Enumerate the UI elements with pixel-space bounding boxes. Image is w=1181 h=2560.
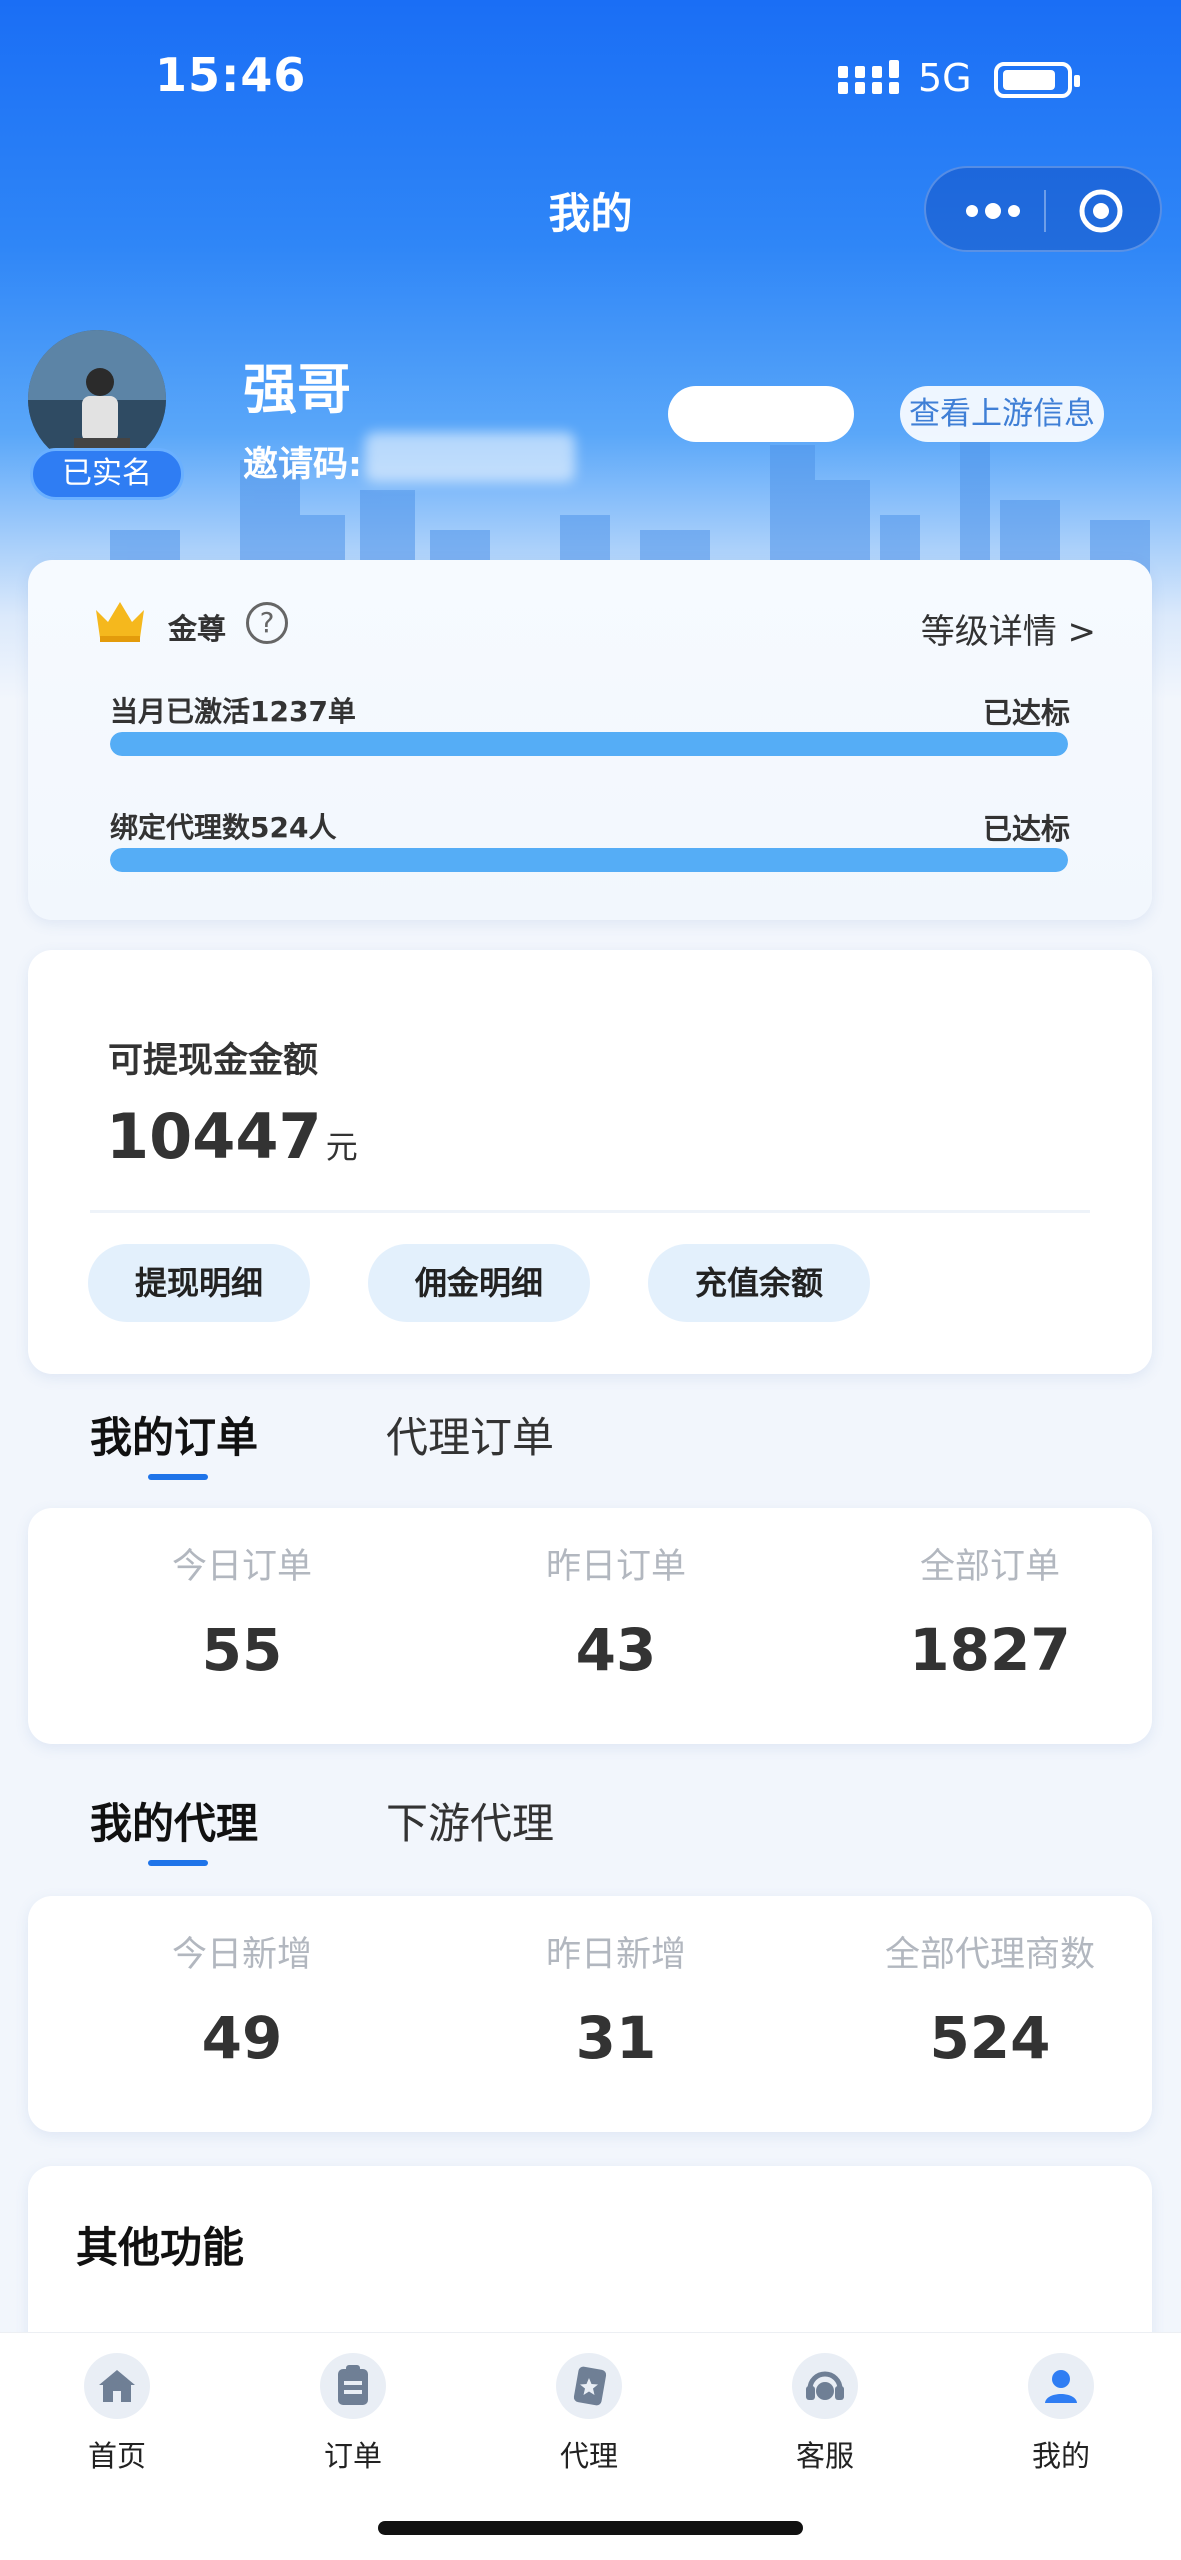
- tab-downstream-agents[interactable]: 下游代理: [386, 1790, 554, 1851]
- active-tab-indicator: [148, 1860, 208, 1866]
- stat-label: 今日订单: [171, 1547, 312, 1587]
- stat-label: 全部代理商数: [884, 1935, 1095, 1975]
- headset-icon: [792, 2353, 858, 2419]
- close-miniprogram-icon[interactable]: [1078, 188, 1124, 234]
- requirement-label: 当月已激活1237单: [110, 695, 356, 728]
- other-functions-title: 其他功能: [76, 2223, 245, 2272]
- stat-value: 49: [201, 2004, 283, 2072]
- network-type: 5G: [918, 56, 972, 100]
- status-bar: 15:46 5G: [0, 0, 1181, 160]
- divider: [90, 1210, 1090, 1213]
- stat-value: 1827: [909, 1616, 1071, 1684]
- amount-unit: 元: [325, 1128, 358, 1166]
- invite-code-redacted: [365, 432, 575, 482]
- status-time: 15:46: [155, 48, 307, 102]
- requirement-progress-bar: [110, 848, 1068, 872]
- battery-icon: [994, 62, 1080, 98]
- stat-label: 今日新增: [171, 1935, 312, 1975]
- stat-value: 31: [575, 2004, 657, 2072]
- requirement-status: 已达标: [982, 812, 1070, 846]
- stat-yesterday-orders[interactable]: 昨日订单 43: [429, 1508, 803, 1744]
- stat-label: 昨日新增: [545, 1935, 686, 1975]
- level-card: 金尊 ? 等级详情 > 当月已激活1237单 已达标 绑定代理数524人 已达标: [28, 560, 1152, 920]
- stat-yesterday-new-agents[interactable]: 昨日新增 31: [429, 1896, 803, 2132]
- tab-my-orders[interactable]: 我的订单: [90, 1404, 258, 1465]
- more-icon[interactable]: [962, 194, 1024, 228]
- tabbar-item-orders[interactable]: 订单: [278, 2353, 428, 2475]
- stat-label: 昨日订单: [545, 1547, 686, 1587]
- miniprogram-capsule: [924, 166, 1162, 252]
- level-name: 金尊: [168, 612, 227, 646]
- withdrawable-amount: 10447 元: [106, 1100, 358, 1173]
- tabbar-label: 首页: [87, 2439, 146, 2473]
- stat-label: 全部订单: [919, 1547, 1060, 1587]
- stat-all-agents[interactable]: 全部代理商数 524: [803, 1896, 1177, 2132]
- stat-all-orders[interactable]: 全部订单 1827: [803, 1508, 1177, 1744]
- crown-icon: [96, 602, 144, 642]
- tabbar-label: 代理: [559, 2439, 618, 2473]
- requirement-status: 已达标: [982, 696, 1070, 730]
- star-card-icon: [556, 2353, 622, 2419]
- capsule-divider: [1044, 190, 1046, 232]
- tabbar-label: 订单: [323, 2439, 382, 2473]
- tabbar-label: 客服: [795, 2439, 854, 2473]
- requirement-progress-fill: [110, 732, 1068, 756]
- help-icon[interactable]: ?: [246, 602, 288, 644]
- tab-my-agents[interactable]: 我的代理: [90, 1790, 258, 1851]
- amount-value: 10447: [106, 1100, 322, 1173]
- stat-value: 55: [201, 1616, 283, 1684]
- stat-value: 43: [575, 1616, 657, 1684]
- view-upstream-button[interactable]: 查看上游信息: [900, 386, 1104, 442]
- username: 强哥: [243, 358, 351, 421]
- agent-stats-card: 今日新增 49 昨日新增 31 全部代理商数 524: [28, 1896, 1152, 2132]
- verified-badge: 已实名: [30, 448, 184, 500]
- stat-value: 524: [929, 2004, 1051, 2072]
- signal-icon: [838, 60, 899, 94]
- tabbar-item-agents[interactable]: 代理: [514, 2353, 664, 2475]
- stat-today-new-agents[interactable]: 今日新增 49: [55, 1896, 429, 2132]
- requirement-progress-fill: [110, 848, 1068, 872]
- tabbar-label: 我的: [1031, 2439, 1090, 2473]
- requirement-label: 绑定代理数524人: [110, 811, 337, 844]
- commission-detail-button[interactable]: 佣金明细: [368, 1244, 590, 1322]
- active-tab-indicator: [148, 1474, 208, 1480]
- clipboard-icon: [320, 2353, 386, 2419]
- requirement-progress-bar: [110, 732, 1068, 756]
- order-stats-card: 今日订单 55 昨日订单 43 全部订单 1827: [28, 1508, 1152, 1744]
- level-detail-link[interactable]: 等级详情 >: [921, 604, 1096, 653]
- invite-code-label: 邀请码:: [243, 445, 362, 485]
- home-indicator: [378, 2521, 803, 2535]
- tab-agent-orders[interactable]: 代理订单: [386, 1404, 554, 1465]
- stat-today-orders[interactable]: 今日订单 55: [55, 1508, 429, 1744]
- user-icon: [1028, 2353, 1094, 2419]
- tabbar-item-service[interactable]: 客服: [750, 2353, 900, 2475]
- recharge-balance-button[interactable]: 充值余额: [648, 1244, 870, 1322]
- redacted-pill: [668, 386, 854, 442]
- withdrawable-label: 可提现金金额: [108, 1041, 319, 1081]
- withdraw-detail-button[interactable]: 提现明细: [88, 1244, 310, 1322]
- tabbar-item-mine[interactable]: 我的: [986, 2353, 1136, 2475]
- tabbar-item-home[interactable]: 首页: [42, 2353, 192, 2475]
- balance-card: 可提现金金额 10447 元 提现明细 佣金明细 充值余额: [28, 950, 1152, 1374]
- home-icon: [84, 2353, 150, 2419]
